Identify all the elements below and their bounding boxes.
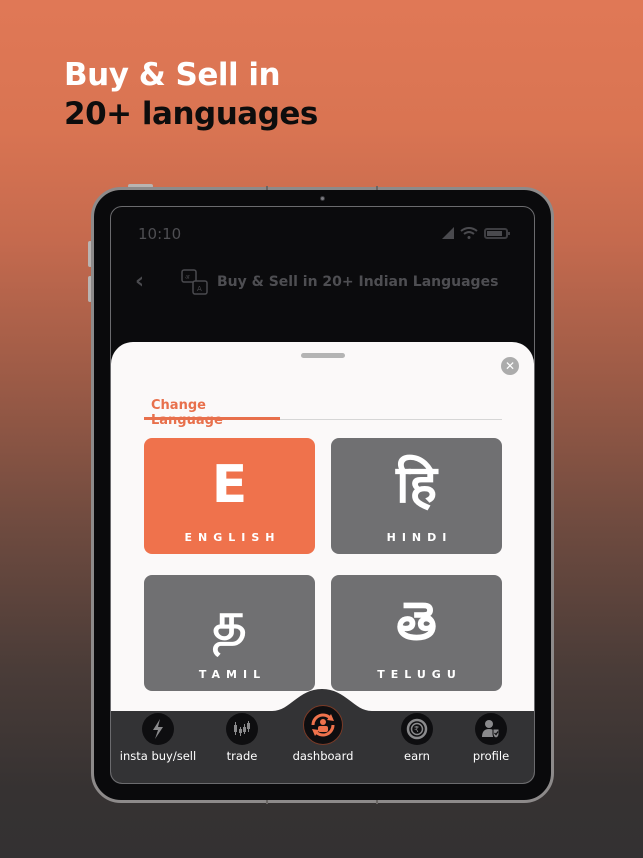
status-time: 10:10 <box>138 225 182 243</box>
app-bar: ‹ अ A Buy & Sell in 20+ Indian Languages <box>111 265 534 301</box>
nav-label: profile <box>472 749 510 763</box>
candlestick-icon <box>234 721 250 736</box>
headline-line-1: Buy & Sell in <box>64 57 281 93</box>
nav-label: insta buy/sell <box>119 749 197 763</box>
language-name: HINDI <box>386 531 453 544</box>
bottom-navigation: insta buy/sell trade dashboard ₹ earn pr… <box>111 687 534 783</box>
headline-line-2: 20+ languages <box>64 96 318 132</box>
nav-insta-buy-sell[interactable]: insta buy/sell <box>113 713 203 763</box>
nav-label: dashboard <box>292 749 354 763</box>
language-glyph: E <box>211 455 248 515</box>
svg-text:₹: ₹ <box>414 725 419 734</box>
app-bar-title: Buy & Sell in 20+ Indian Languages <box>217 274 499 290</box>
nav-trade[interactable]: trade <box>215 713 269 763</box>
language-card-hindi[interactable]: हि HINDI <box>331 438 502 554</box>
language-card-tamil[interactable]: த TAMIL <box>144 575 315 691</box>
language-glyph: తె <box>396 592 437 652</box>
dashboard-user-icon <box>311 713 335 737</box>
frame-seam <box>266 800 268 804</box>
nav-label: trade <box>226 749 258 763</box>
wifi-icon <box>460 227 478 239</box>
drag-handle[interactable] <box>301 353 345 358</box>
rupee-coin-icon: ₹ <box>406 718 428 740</box>
close-icon: ✕ <box>504 359 516 373</box>
language-name: ENGLISH <box>184 531 281 544</box>
status-icons <box>442 227 510 239</box>
language-card-telugu[interactable]: తె TELUGU <box>331 575 502 691</box>
language-glyph: हि <box>395 455 438 515</box>
frame-seam <box>266 186 268 190</box>
language-name: TAMIL <box>198 668 267 681</box>
user-shield-icon <box>482 720 500 739</box>
nav-profile[interactable]: profile <box>463 713 519 763</box>
nav-earn[interactable]: ₹ earn <box>389 713 445 763</box>
translate-icon: अ A <box>181 269 208 295</box>
tab-bar: Change Language <box>144 396 502 428</box>
tab-change-language[interactable]: Change Language <box>144 396 280 428</box>
promo-headline: Buy & Sell in 20+ languages <box>64 56 318 134</box>
language-glyph: த <box>212 592 247 652</box>
language-name: TELUGU <box>377 668 462 681</box>
device-screen: 10:10 ‹ अ A Buy & Sell in 20+ Indian Lan… <box>110 206 535 784</box>
nav-label: earn <box>404 749 430 763</box>
front-camera <box>320 196 325 201</box>
chevron-left-icon[interactable]: ‹ <box>135 269 144 294</box>
frame-seam <box>376 800 378 804</box>
close-button[interactable]: ✕ <box>501 357 519 375</box>
nav-dashboard[interactable]: dashboard <box>283 705 363 763</box>
svg-text:A: A <box>197 285 202 293</box>
lightning-icon <box>153 719 163 739</box>
svg-text:अ: अ <box>185 274 190 281</box>
battery-icon <box>484 227 510 239</box>
signal-icon <box>442 227 454 239</box>
frame-seam <box>376 186 378 190</box>
language-card-english[interactable]: E ENGLISH <box>144 438 315 554</box>
